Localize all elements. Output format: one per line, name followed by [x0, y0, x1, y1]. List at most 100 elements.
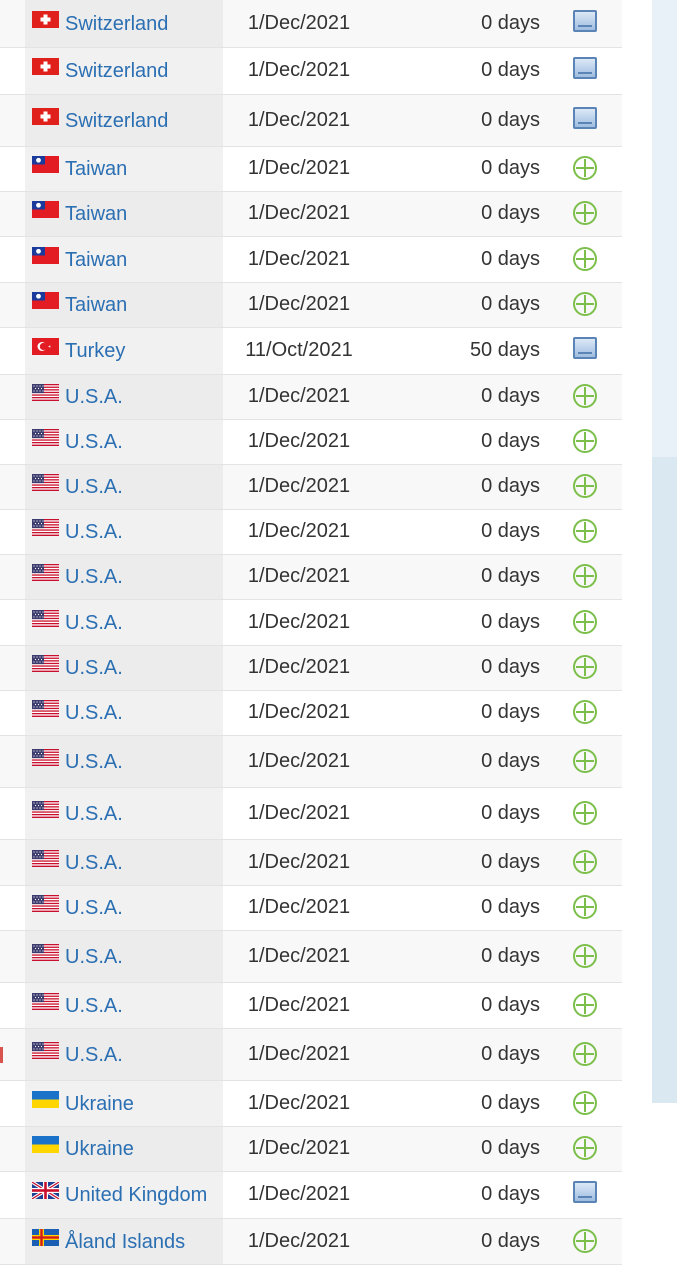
edge-marker [0, 1047, 3, 1063]
circle-plus-icon[interactable] [573, 850, 597, 874]
circle-plus-icon[interactable] [573, 993, 597, 1017]
circle-plus-icon[interactable] [573, 944, 597, 968]
days-cell: 0 days [481, 59, 540, 81]
circle-plus-icon[interactable] [573, 519, 597, 543]
monitor-icon[interactable] [573, 10, 597, 32]
monitor-icon[interactable] [573, 57, 597, 79]
date-cell: 1/Dec/2021 [247, 12, 351, 34]
country-link[interactable]: U.S.A. [65, 995, 123, 1018]
flag-tw-icon [32, 201, 59, 218]
table-row: Switzerland 1/Dec/2021 0 days [0, 0, 622, 48]
circle-plus-icon[interactable] [573, 895, 597, 919]
circle-plus-icon[interactable] [573, 1136, 597, 1160]
country-link[interactable]: Åland Islands [65, 1231, 185, 1254]
monitor-icon[interactable] [573, 107, 597, 129]
monitor-icon[interactable] [573, 1181, 597, 1203]
days-cell: 0 days [481, 430, 540, 452]
circle-plus-icon[interactable] [573, 564, 597, 588]
country-link[interactable]: Taiwan [65, 294, 127, 317]
country-table: Switzerland 1/Dec/2021 0 days Switzerland 1/… [0, 0, 622, 1265]
days-cell: 0 days [481, 611, 540, 633]
flag-us-icon [32, 944, 59, 961]
days-cell: 0 days [481, 202, 540, 224]
country-link[interactable]: U.S.A. [65, 1044, 123, 1067]
country-link[interactable]: U.S.A. [65, 702, 123, 725]
table-row: Taiwan 1/Dec/2021 0 days [0, 147, 622, 192]
days-cell: 0 days [481, 475, 540, 497]
country-cell: Switzerland [25, 48, 223, 94]
country-cell: U.S.A. [25, 646, 223, 690]
country-link[interactable]: U.S.A. [65, 946, 123, 969]
date-cell: 1/Dec/2021 [247, 851, 351, 873]
days-cell: 0 days [481, 851, 540, 873]
circle-plus-icon[interactable] [573, 655, 597, 679]
country-link[interactable]: Ukraine [65, 1093, 134, 1116]
country-link[interactable]: U.S.A. [65, 431, 123, 454]
table-row: U.S.A. 1/Dec/2021 0 days [0, 788, 622, 840]
flag-us-icon [32, 993, 59, 1010]
country-link[interactable]: Switzerland [65, 13, 168, 36]
date-cell: 1/Dec/2021 [247, 1230, 351, 1252]
circle-plus-icon[interactable] [573, 247, 597, 271]
date-cell: 1/Dec/2021 [247, 109, 351, 131]
circle-plus-icon[interactable] [573, 749, 597, 773]
days-cell: 0 days [481, 701, 540, 723]
date-cell: 1/Dec/2021 [247, 896, 351, 918]
circle-plus-icon[interactable] [573, 700, 597, 724]
country-link[interactable]: Switzerland [65, 60, 168, 83]
flag-us-icon [32, 1042, 59, 1059]
country-link[interactable]: Turkey [65, 340, 125, 363]
days-cell: 0 days [481, 1092, 540, 1114]
country-cell: U.S.A. [25, 600, 223, 645]
country-link[interactable]: U.S.A. [65, 386, 123, 409]
flag-us-icon [32, 474, 59, 491]
country-cell: U.S.A. [25, 691, 223, 735]
country-link[interactable]: Taiwan [65, 249, 127, 272]
table-row: U.S.A. 1/Dec/2021 0 days [0, 691, 622, 736]
days-cell: 50 days [469, 339, 540, 361]
date-cell: 1/Dec/2021 [247, 59, 351, 81]
flag-ch-icon [32, 11, 59, 28]
country-link[interactable]: Ukraine [65, 1138, 134, 1161]
circle-plus-icon[interactable] [573, 156, 597, 180]
flag-us-icon [32, 801, 59, 818]
country-cell: U.S.A. [25, 1029, 223, 1080]
country-link[interactable]: U.S.A. [65, 521, 123, 544]
country-link[interactable]: U.S.A. [65, 897, 123, 920]
circle-plus-icon[interactable] [573, 1091, 597, 1115]
circle-plus-icon[interactable] [573, 292, 597, 316]
monitor-icon[interactable] [573, 337, 597, 359]
country-link[interactable]: U.S.A. [65, 612, 123, 635]
flag-ua-icon [32, 1136, 59, 1153]
country-link[interactable]: U.S.A. [65, 852, 123, 875]
country-link[interactable]: U.S.A. [65, 657, 123, 680]
country-link[interactable]: U.S.A. [65, 476, 123, 499]
circle-plus-icon[interactable] [573, 1229, 597, 1253]
days-cell: 0 days [481, 802, 540, 824]
country-link[interactable]: U.S.A. [65, 566, 123, 589]
circle-plus-icon[interactable] [573, 1042, 597, 1066]
country-link[interactable]: Switzerland [65, 110, 168, 133]
table-row: U.S.A. 1/Dec/2021 0 days [0, 510, 622, 555]
flag-us-icon [32, 429, 59, 446]
date-cell: 1/Dec/2021 [247, 157, 351, 179]
country-link[interactable]: Taiwan [65, 158, 127, 181]
country-link[interactable]: U.S.A. [65, 751, 123, 774]
country-link[interactable]: United Kingdom [65, 1184, 207, 1207]
date-cell: 1/Dec/2021 [247, 293, 351, 315]
circle-plus-icon[interactable] [573, 201, 597, 225]
country-link[interactable]: Taiwan [65, 203, 127, 226]
circle-plus-icon[interactable] [573, 801, 597, 825]
country-cell: Taiwan [25, 237, 223, 282]
table-row: Taiwan 1/Dec/2021 0 days [0, 283, 622, 328]
circle-plus-icon[interactable] [573, 429, 597, 453]
flag-us-icon [32, 610, 59, 627]
date-cell: 1/Dec/2021 [247, 656, 351, 678]
circle-plus-icon[interactable] [573, 610, 597, 634]
table-row: U.S.A. 1/Dec/2021 0 days [0, 983, 622, 1029]
table-row: U.S.A. 1/Dec/2021 0 days [0, 931, 622, 983]
country-link[interactable]: U.S.A. [65, 803, 123, 826]
circle-plus-icon[interactable] [573, 384, 597, 408]
country-cell: U.S.A. [25, 736, 223, 787]
circle-plus-icon[interactable] [573, 474, 597, 498]
